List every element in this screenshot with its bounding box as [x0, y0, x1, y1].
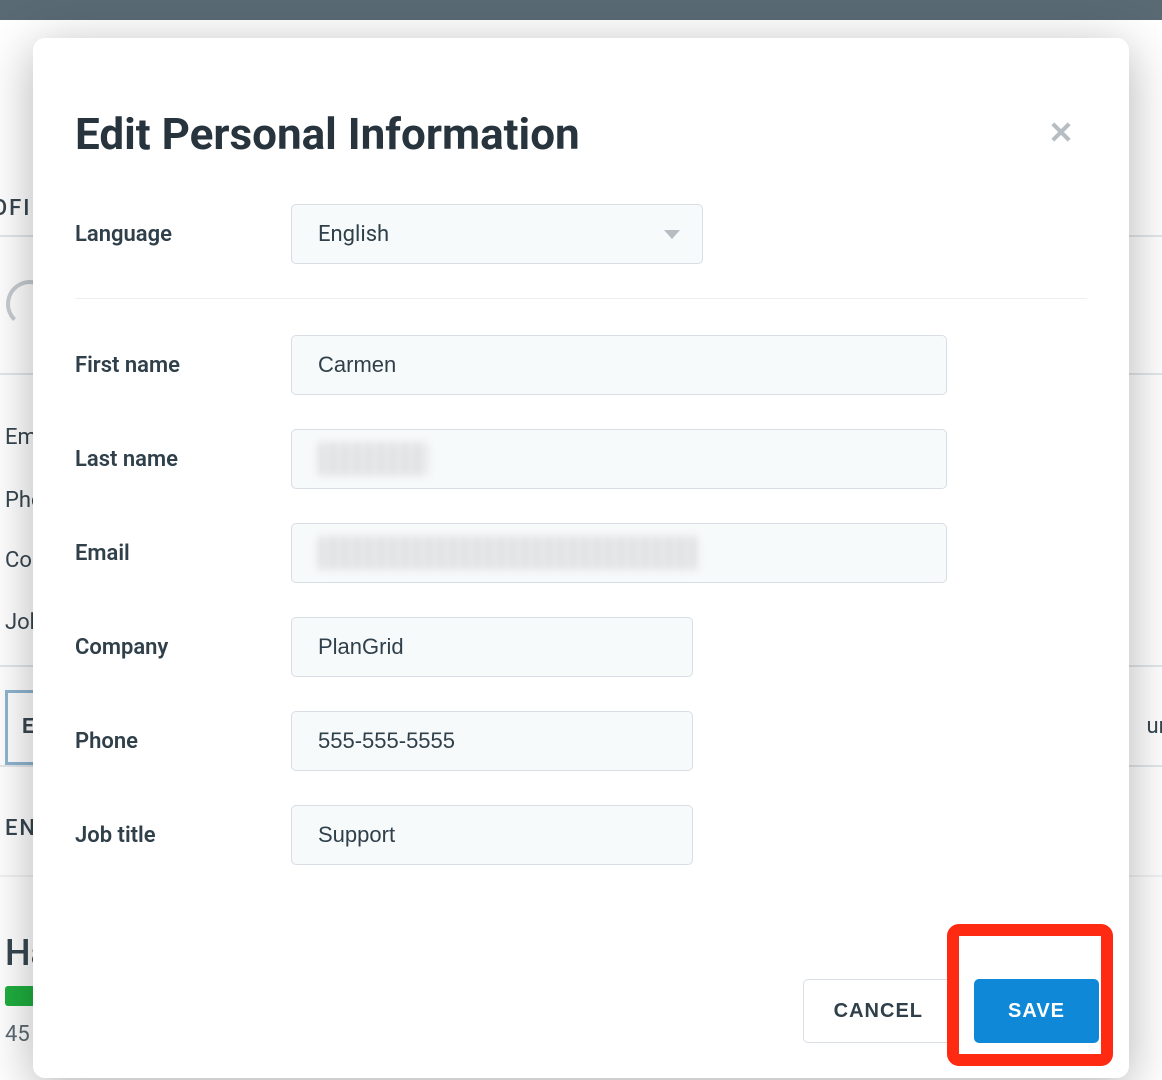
job-title-row: Job title [75, 805, 1087, 865]
redacted-text [318, 442, 428, 476]
job-title-label: Job title [75, 823, 291, 848]
close-icon [1047, 118, 1075, 146]
email-input[interactable] [291, 523, 947, 583]
email-label: Email [75, 541, 291, 566]
edit-personal-info-modal: Edit Personal Information Language Engli… [33, 38, 1129, 1078]
company-row: Company [75, 617, 1087, 677]
bg-label-company: Co [5, 548, 32, 573]
first-name-label: First name [75, 353, 291, 378]
bg-progress-bar [5, 986, 35, 1006]
first-name-input[interactable] [291, 335, 947, 395]
save-button[interactable]: SAVE [974, 979, 1099, 1043]
close-button[interactable] [1043, 114, 1079, 150]
language-value: English [318, 222, 389, 247]
phone-row: Phone [75, 711, 1087, 771]
bg-remaining-text: 45 [5, 1022, 30, 1047]
section-divider [75, 298, 1087, 299]
company-input[interactable] [291, 617, 693, 677]
last-name-label: Last name [75, 447, 291, 472]
email-row: Email [75, 523, 1087, 583]
modal-footer: CANCEL SAVE [803, 979, 1099, 1043]
language-row: Language English [75, 204, 1087, 264]
last-name-input[interactable] [291, 429, 947, 489]
modal-title: Edit Personal Information [75, 108, 1087, 160]
phone-label: Phone [75, 729, 291, 754]
first-name-row: First name [75, 335, 1087, 395]
redacted-text [318, 536, 698, 570]
company-label: Company [75, 635, 291, 660]
language-label: Language [75, 222, 291, 247]
last-name-row: Last name [75, 429, 1087, 489]
phone-input[interactable] [291, 711, 693, 771]
chevron-down-icon [664, 230, 680, 239]
cancel-button[interactable]: CANCEL [803, 979, 954, 1043]
job-title-input[interactable] [291, 805, 693, 865]
bg-tab-fragment: unt [1147, 714, 1162, 739]
language-select[interactable]: English [291, 204, 703, 264]
